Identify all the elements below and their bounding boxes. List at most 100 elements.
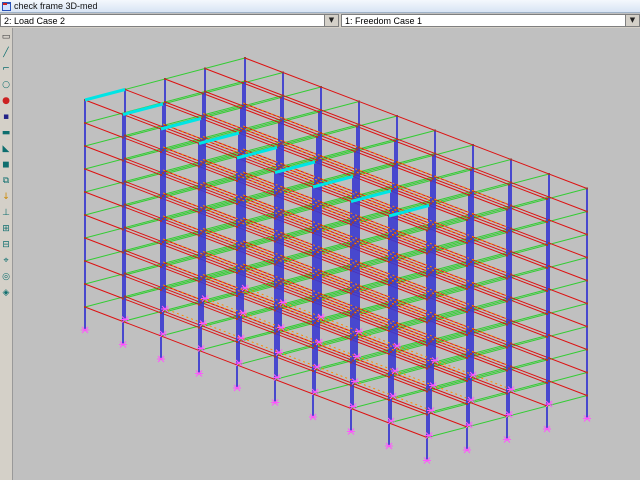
- node-marker[interactable]: [506, 324, 508, 326]
- node-marker[interactable]: [548, 311, 550, 313]
- node-marker[interactable]: [160, 197, 162, 199]
- node-marker[interactable]: [238, 224, 240, 226]
- node-marker[interactable]: [390, 259, 392, 261]
- node-marker[interactable]: [240, 130, 242, 132]
- node-marker[interactable]: [472, 167, 474, 169]
- node-marker[interactable]: [358, 101, 360, 103]
- node-marker[interactable]: [356, 126, 358, 128]
- node-marker[interactable]: [202, 93, 204, 95]
- node-marker[interactable]: [466, 311, 468, 313]
- node-marker[interactable]: [312, 370, 314, 372]
- load-tool-icon[interactable]: ↓: [1, 191, 12, 203]
- node-marker[interactable]: [466, 334, 468, 336]
- node-marker[interactable]: [468, 194, 470, 196]
- node-marker[interactable]: [546, 336, 548, 338]
- node-marker[interactable]: [350, 339, 352, 341]
- node-marker[interactable]: [548, 357, 550, 359]
- node-marker[interactable]: [388, 261, 390, 263]
- node-marker[interactable]: [160, 220, 162, 222]
- node-marker[interactable]: [466, 242, 468, 244]
- table-tool-icon[interactable]: ⊟: [1, 239, 12, 251]
- node-marker[interactable]: [124, 227, 126, 229]
- node-marker[interactable]: [468, 286, 470, 288]
- node-marker[interactable]: [506, 255, 508, 257]
- node-marker[interactable]: [318, 134, 320, 136]
- node-marker[interactable]: [162, 241, 164, 243]
- node-marker[interactable]: [164, 78, 166, 80]
- node-marker[interactable]: [388, 307, 390, 309]
- node-marker[interactable]: [586, 211, 588, 213]
- node-marker[interactable]: [84, 191, 86, 193]
- frame-3d-view[interactable]: [14, 28, 640, 480]
- node-marker[interactable]: [388, 353, 390, 355]
- select-pointer-icon[interactable]: ▭: [1, 31, 12, 43]
- node-marker[interactable]: [470, 192, 472, 194]
- node-marker[interactable]: [506, 232, 508, 234]
- node-marker[interactable]: [470, 307, 472, 309]
- node-marker[interactable]: [240, 199, 242, 201]
- node-marker[interactable]: [468, 378, 470, 380]
- node-marker[interactable]: [466, 380, 468, 382]
- chevron-down-icon[interactable]: ▼: [324, 15, 338, 26]
- node-marker[interactable]: [236, 318, 238, 320]
- node-marker[interactable]: [236, 295, 238, 297]
- node-marker[interactable]: [274, 356, 276, 358]
- node-marker[interactable]: [320, 109, 322, 111]
- node-marker[interactable]: [430, 226, 432, 228]
- node-marker[interactable]: [510, 205, 512, 207]
- node-marker[interactable]: [508, 322, 510, 324]
- node-marker[interactable]: [84, 237, 86, 239]
- node-marker[interactable]: [358, 170, 360, 172]
- node-marker[interactable]: [320, 293, 322, 295]
- node-marker[interactable]: [84, 168, 86, 170]
- node-marker[interactable]: [428, 320, 430, 322]
- node-marker[interactable]: [320, 224, 322, 226]
- node-marker[interactable]: [280, 97, 282, 99]
- support-tool-icon[interactable]: ⊥: [1, 207, 12, 219]
- node-marker[interactable]: [238, 270, 240, 272]
- node-marker[interactable]: [352, 268, 354, 270]
- node-marker[interactable]: [354, 174, 356, 176]
- node-marker[interactable]: [426, 253, 428, 255]
- node-marker[interactable]: [122, 183, 124, 185]
- link-tool-icon[interactable]: ⧉: [1, 175, 12, 187]
- node-marker[interactable]: [434, 130, 436, 132]
- node-marker[interactable]: [278, 214, 280, 216]
- node-marker[interactable]: [198, 304, 200, 306]
- node-marker[interactable]: [200, 210, 202, 212]
- line-tool-icon[interactable]: ╱: [1, 47, 12, 59]
- node-marker[interactable]: [350, 385, 352, 387]
- node-marker[interactable]: [508, 345, 510, 347]
- node-marker[interactable]: [352, 337, 354, 339]
- node-marker[interactable]: [280, 235, 282, 237]
- node-marker[interactable]: [200, 256, 202, 258]
- node-marker[interactable]: [276, 262, 278, 264]
- node-marker[interactable]: [390, 236, 392, 238]
- node-marker[interactable]: [426, 391, 428, 393]
- node-marker[interactable]: [124, 158, 126, 160]
- node-marker[interactable]: [390, 282, 392, 284]
- node-marker[interactable]: [198, 281, 200, 283]
- node-marker[interactable]: [430, 341, 432, 343]
- node-marker[interactable]: [160, 266, 162, 268]
- node-marker[interactable]: [510, 320, 512, 322]
- node-marker[interactable]: [318, 295, 320, 297]
- node-marker[interactable]: [280, 281, 282, 283]
- node-marker[interactable]: [510, 274, 512, 276]
- node-marker[interactable]: [236, 341, 238, 343]
- node-marker[interactable]: [122, 206, 124, 208]
- node-marker[interactable]: [470, 330, 472, 332]
- node-marker[interactable]: [242, 82, 244, 84]
- node-marker[interactable]: [388, 399, 390, 401]
- node-marker[interactable]: [394, 163, 396, 165]
- node-marker[interactable]: [274, 241, 276, 243]
- node-marker[interactable]: [314, 322, 316, 324]
- node-marker[interactable]: [358, 285, 360, 287]
- node-marker[interactable]: [546, 198, 548, 200]
- node-marker[interactable]: [274, 195, 276, 197]
- node-marker[interactable]: [510, 366, 512, 368]
- load-case-dropdown[interactable]: 2: Load Case 2 ▼: [0, 14, 339, 27]
- node-marker[interactable]: [428, 389, 430, 391]
- node-marker[interactable]: [358, 262, 360, 264]
- node-marker[interactable]: [124, 204, 126, 206]
